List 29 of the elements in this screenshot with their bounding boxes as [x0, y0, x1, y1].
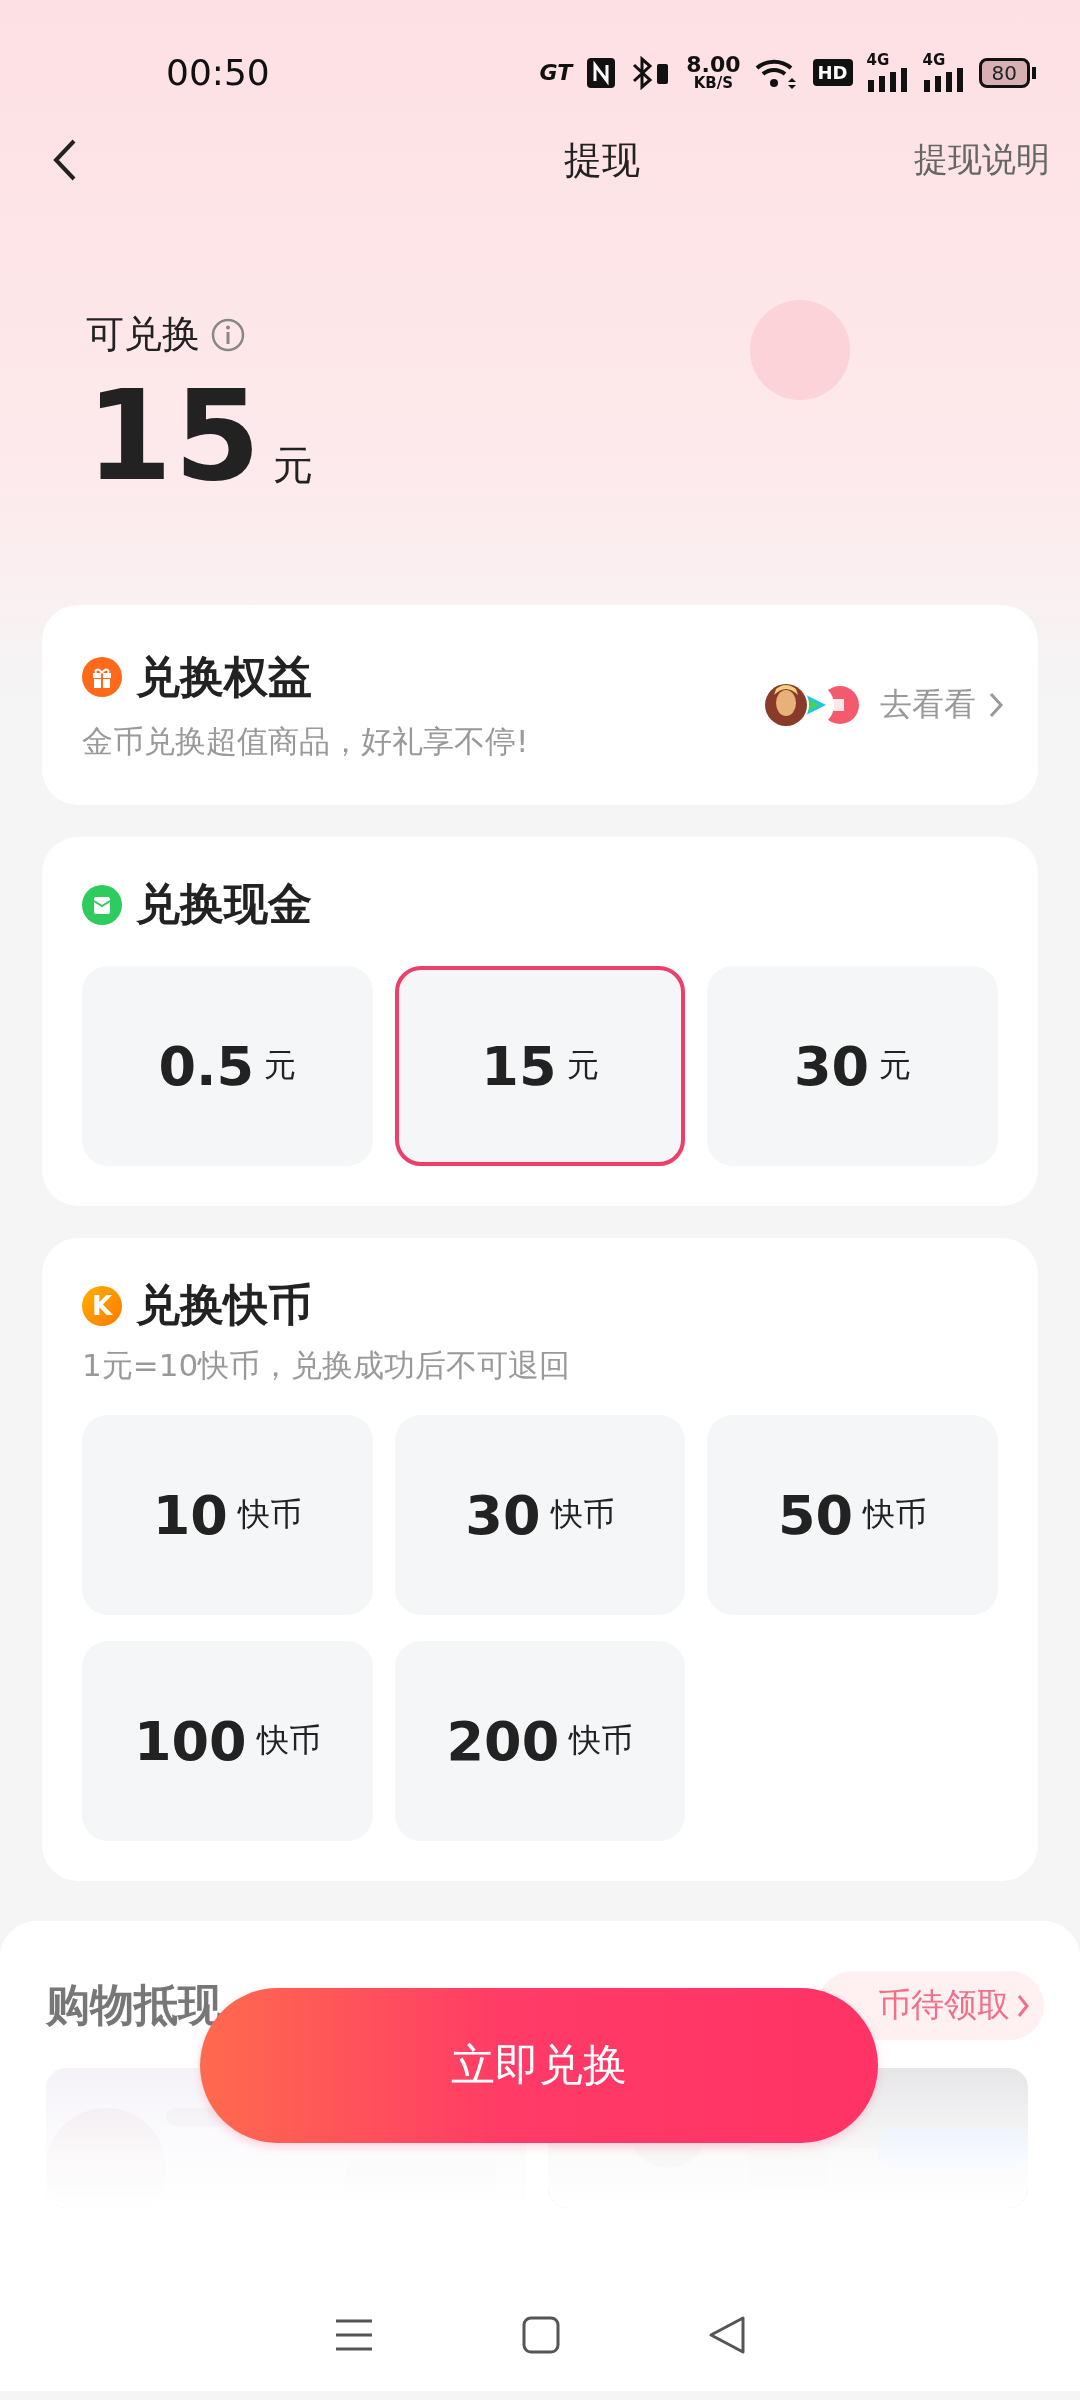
- battery-level: 80: [978, 57, 1030, 88]
- clock-time: 00:50: [166, 52, 270, 93]
- page-title: 提现: [564, 136, 640, 184]
- chevron-right-icon: [988, 691, 1004, 719]
- section-title: 兑换权益: [136, 649, 312, 704]
- balance-amount: 15: [86, 368, 263, 505]
- currency-unit: 元: [272, 441, 313, 490]
- menu-icon[interactable]: [334, 2317, 374, 2353]
- hd-badge: HD: [812, 59, 853, 86]
- brand-mark: GT: [539, 60, 573, 85]
- help-link[interactable]: 提现说明: [914, 137, 1050, 183]
- exchange-note: 1元=10快币，兑换成功后不可退回: [82, 1346, 572, 1385]
- network-type: 4G: [922, 53, 946, 68]
- chevron-right-icon: [1016, 1992, 1030, 2019]
- network-type: 4G: [866, 53, 890, 68]
- back-triangle-icon[interactable]: [708, 2315, 746, 2355]
- section-title: 兑换快币: [136, 1278, 312, 1332]
- home-icon[interactable]: [522, 2316, 560, 2354]
- network-speed: 8.00: [686, 54, 741, 76]
- signal-icon: [922, 68, 965, 92]
- signal-icon: [866, 68, 909, 92]
- section-subtitle: 金币兑换超值商品，好礼享不停!: [82, 721, 529, 761]
- gift-icon: [82, 657, 122, 697]
- nfc-icon: [586, 56, 617, 89]
- balance-label: 可兑换: [86, 311, 200, 358]
- speed-unit: KB/S: [693, 76, 734, 91]
- section-title: 兑换现金: [136, 877, 312, 931]
- coin-icon: K: [82, 1285, 122, 1326]
- info-icon[interactable]: [210, 316, 246, 353]
